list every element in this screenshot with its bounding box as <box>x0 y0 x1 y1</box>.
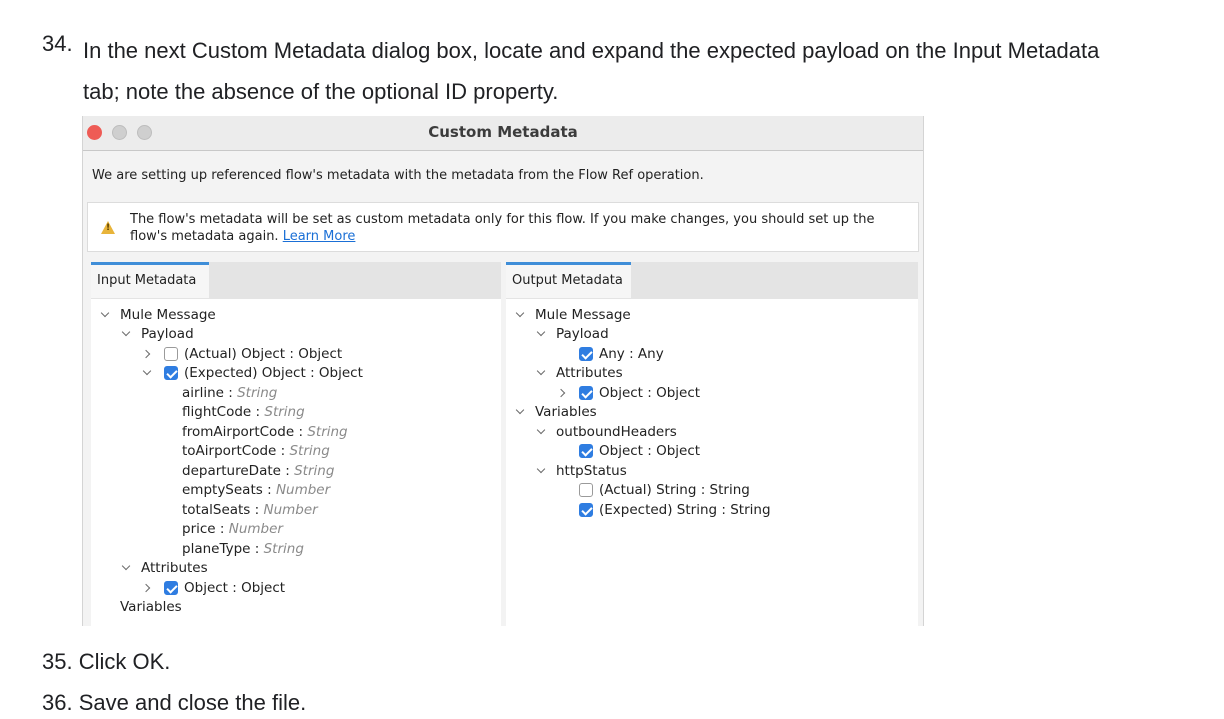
step-36: 36. Save and close the file. <box>42 689 306 717</box>
field-row: price : Number <box>182 521 283 537</box>
field-row: fromAirportCode : String <box>182 424 348 440</box>
checkbox-attributes-object[interactable] <box>579 386 593 400</box>
step-35: 35. Click OK. <box>42 648 170 676</box>
title-bar: Custom Metadata <box>83 116 923 151</box>
field-row: departureDate : String <box>182 463 335 479</box>
custom-metadata-dialog: Custom Metadata We are setting up refere… <box>82 116 924 626</box>
step-number: 35. <box>42 649 73 674</box>
notice-message: The flow's metadata will be set as custo… <box>130 211 910 245</box>
field-row: emptySeats : Number <box>182 482 331 498</box>
chevron-right-icon[interactable] <box>558 388 568 398</box>
warning-icon: ! <box>101 221 115 234</box>
learn-more-link[interactable]: Learn More <box>283 229 356 244</box>
chevron-down-icon[interactable] <box>537 426 547 436</box>
input-tab-strip: Input Metadata <box>91 262 501 299</box>
tab-input-metadata[interactable]: Input Metadata <box>91 262 209 298</box>
chevron-down-icon[interactable] <box>122 328 132 338</box>
chevron-down-icon[interactable] <box>516 406 526 416</box>
chevron-down-icon[interactable] <box>122 562 132 572</box>
field-row: planeType : String <box>182 541 304 557</box>
step-number: 34. <box>42 31 73 56</box>
field-row: toAirportCode : String <box>182 443 330 459</box>
step-number: 36. <box>42 690 73 715</box>
notice-text: The flow's metadata will be set as custo… <box>130 212 875 244</box>
chevron-down-icon[interactable] <box>537 465 547 475</box>
checkbox-actual-string[interactable] <box>579 483 593 497</box>
info-notice: ! The flow's metadata will be set as cus… <box>87 202 919 252</box>
dialog-title: Custom Metadata <box>428 123 578 141</box>
field-row: airline : String <box>182 385 278 401</box>
tab-output-metadata[interactable]: Output Metadata <box>506 262 631 298</box>
input-metadata-panel: Input Metadata Mule Message Payload (Act… <box>91 262 501 626</box>
chevron-down-icon[interactable] <box>143 367 153 377</box>
checkbox-outbound-object[interactable] <box>579 444 593 458</box>
step-text: Click OK. <box>78 649 171 674</box>
checkbox-actual-object[interactable] <box>164 347 178 361</box>
field-row: totalSeats : Number <box>182 502 318 518</box>
checkbox-expected-object[interactable] <box>164 366 178 380</box>
chevron-right-icon[interactable] <box>143 349 153 359</box>
chevron-down-icon[interactable] <box>516 309 526 319</box>
checkbox-any[interactable] <box>579 347 593 361</box>
chevron-right-icon[interactable] <box>143 583 153 593</box>
step-text: In the next Custom Metadata dialog box, … <box>83 38 1100 104</box>
tree-node-variables[interactable]: Variables <box>120 598 182 617</box>
checkbox-expected-string[interactable] <box>579 503 593 517</box>
chevron-down-icon[interactable] <box>101 309 111 319</box>
field-row: flightCode : String <box>182 404 305 420</box>
output-metadata-panel: Output Metadata Mule Message Payload Any… <box>506 262 918 626</box>
output-tab-strip: Output Metadata <box>506 262 918 299</box>
intro-text: We are setting up referenced flow's meta… <box>92 168 704 183</box>
checkbox-attributes-object[interactable] <box>164 581 178 595</box>
chevron-down-icon[interactable] <box>537 328 547 338</box>
chevron-down-icon[interactable] <box>537 367 547 377</box>
step-text: Save and close the file. <box>78 690 307 715</box>
